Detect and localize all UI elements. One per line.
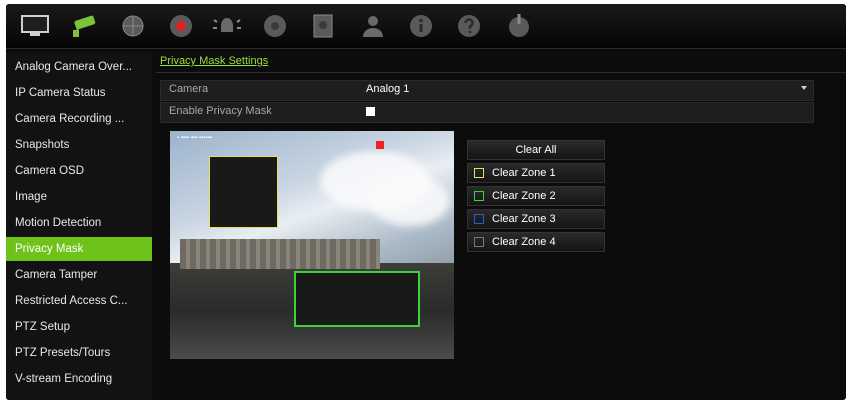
clear-zone-3-label: Clear Zone 3 — [492, 213, 556, 225]
info-icon[interactable] — [404, 10, 438, 42]
sidebar-item-image[interactable]: Image — [6, 185, 152, 209]
privacy-mask-zone-2[interactable] — [294, 271, 420, 327]
sidebar-item-analog-camera-overview[interactable]: Analog Camera Over... — [6, 55, 152, 79]
chevron-down-icon — [801, 86, 807, 90]
clear-all-button[interactable]: Clear All — [467, 140, 605, 160]
enable-privacy-mask-checkbox[interactable] — [366, 107, 375, 116]
sidebar-item-v-stream-encoding[interactable]: V-stream Encoding — [6, 367, 152, 391]
clear-all-label: Clear All — [515, 144, 557, 156]
sidebar-item-privacy-mask[interactable]: Privacy Mask — [6, 237, 152, 261]
record-indicator-icon — [376, 141, 384, 149]
preview-cloud — [370, 176, 450, 226]
zone-3-swatch-icon — [474, 214, 484, 224]
sidebar: Analog Camera Over... IP Camera Status C… — [6, 52, 152, 400]
privacy-mask-zone-1[interactable] — [209, 156, 278, 228]
enable-privacy-mask-row: Enable Privacy Mask — [160, 102, 814, 123]
top-toolbar — [6, 4, 846, 49]
record-icon[interactable] — [164, 10, 198, 42]
monitor-icon[interactable] — [18, 10, 52, 42]
sidebar-item-ptz-setup[interactable]: PTZ Setup — [6, 315, 152, 339]
sidebar-item-ptz-presets-tours[interactable]: PTZ Presets/Tours — [6, 341, 152, 365]
device-icon[interactable] — [306, 10, 340, 42]
main-panel: Privacy Mask Settings Camera Analog 1 En… — [156, 52, 846, 400]
power-icon[interactable] — [502, 10, 536, 42]
sidebar-item-camera-tamper[interactable]: Camera Tamper — [6, 263, 152, 287]
sidebar-item-camera-osd[interactable]: Camera OSD — [6, 159, 152, 183]
camera-select[interactable]: Camera Analog 1 — [160, 80, 814, 101]
sidebar-item-camera-recording[interactable]: Camera Recording ... — [6, 107, 152, 131]
sidebar-item-motion-detection[interactable]: Motion Detection — [6, 211, 152, 235]
hdd-icon[interactable] — [258, 10, 292, 42]
zone-1-swatch-icon — [474, 168, 484, 178]
alarm-icon[interactable] — [210, 10, 244, 42]
help-icon[interactable] — [452, 10, 486, 42]
network-icon[interactable] — [116, 10, 150, 42]
camera-preview[interactable]: ▪ ▪▪▪▪ ▪▪▪ ▪▪▪▪▪▪ ▪▪▪▪▪ ▪ — [170, 131, 454, 359]
preview-buildings — [180, 239, 380, 269]
sidebar-item-snapshots[interactable]: Snapshots — [6, 133, 152, 157]
divider — [156, 72, 846, 73]
app-window: Analog Camera Over... IP Camera Status C… — [6, 4, 846, 400]
camera-label: Camera — [169, 83, 209, 95]
sidebar-item-restricted-access[interactable]: Restricted Access C... — [6, 289, 152, 313]
clear-zone-3-button[interactable]: Clear Zone 3 — [467, 209, 605, 229]
clear-zone-1-label: Clear Zone 1 — [492, 167, 556, 179]
camera-icon[interactable] — [68, 10, 102, 42]
zone-4-swatch-icon — [474, 237, 484, 247]
clear-zone-2-label: Clear Zone 2 — [492, 190, 556, 202]
preview-osd-timestamp: ▪ ▪▪▪▪ ▪▪▪ ▪▪▪▪▪▪ — [177, 135, 212, 141]
clear-zone-4-button[interactable]: Clear Zone 4 — [467, 232, 605, 252]
zone-2-swatch-icon — [474, 191, 484, 201]
breadcrumb[interactable]: Privacy Mask Settings — [160, 55, 268, 67]
camera-value: Analog 1 — [366, 83, 410, 95]
clear-zone-4-label: Clear Zone 4 — [492, 236, 556, 248]
user-icon[interactable] — [356, 10, 390, 42]
sidebar-item-ip-camera-status[interactable]: IP Camera Status — [6, 81, 152, 105]
enable-privacy-mask-label: Enable Privacy Mask — [169, 105, 272, 117]
clear-zone-2-button[interactable]: Clear Zone 2 — [467, 186, 605, 206]
clear-zone-1-button[interactable]: Clear Zone 1 — [467, 163, 605, 183]
